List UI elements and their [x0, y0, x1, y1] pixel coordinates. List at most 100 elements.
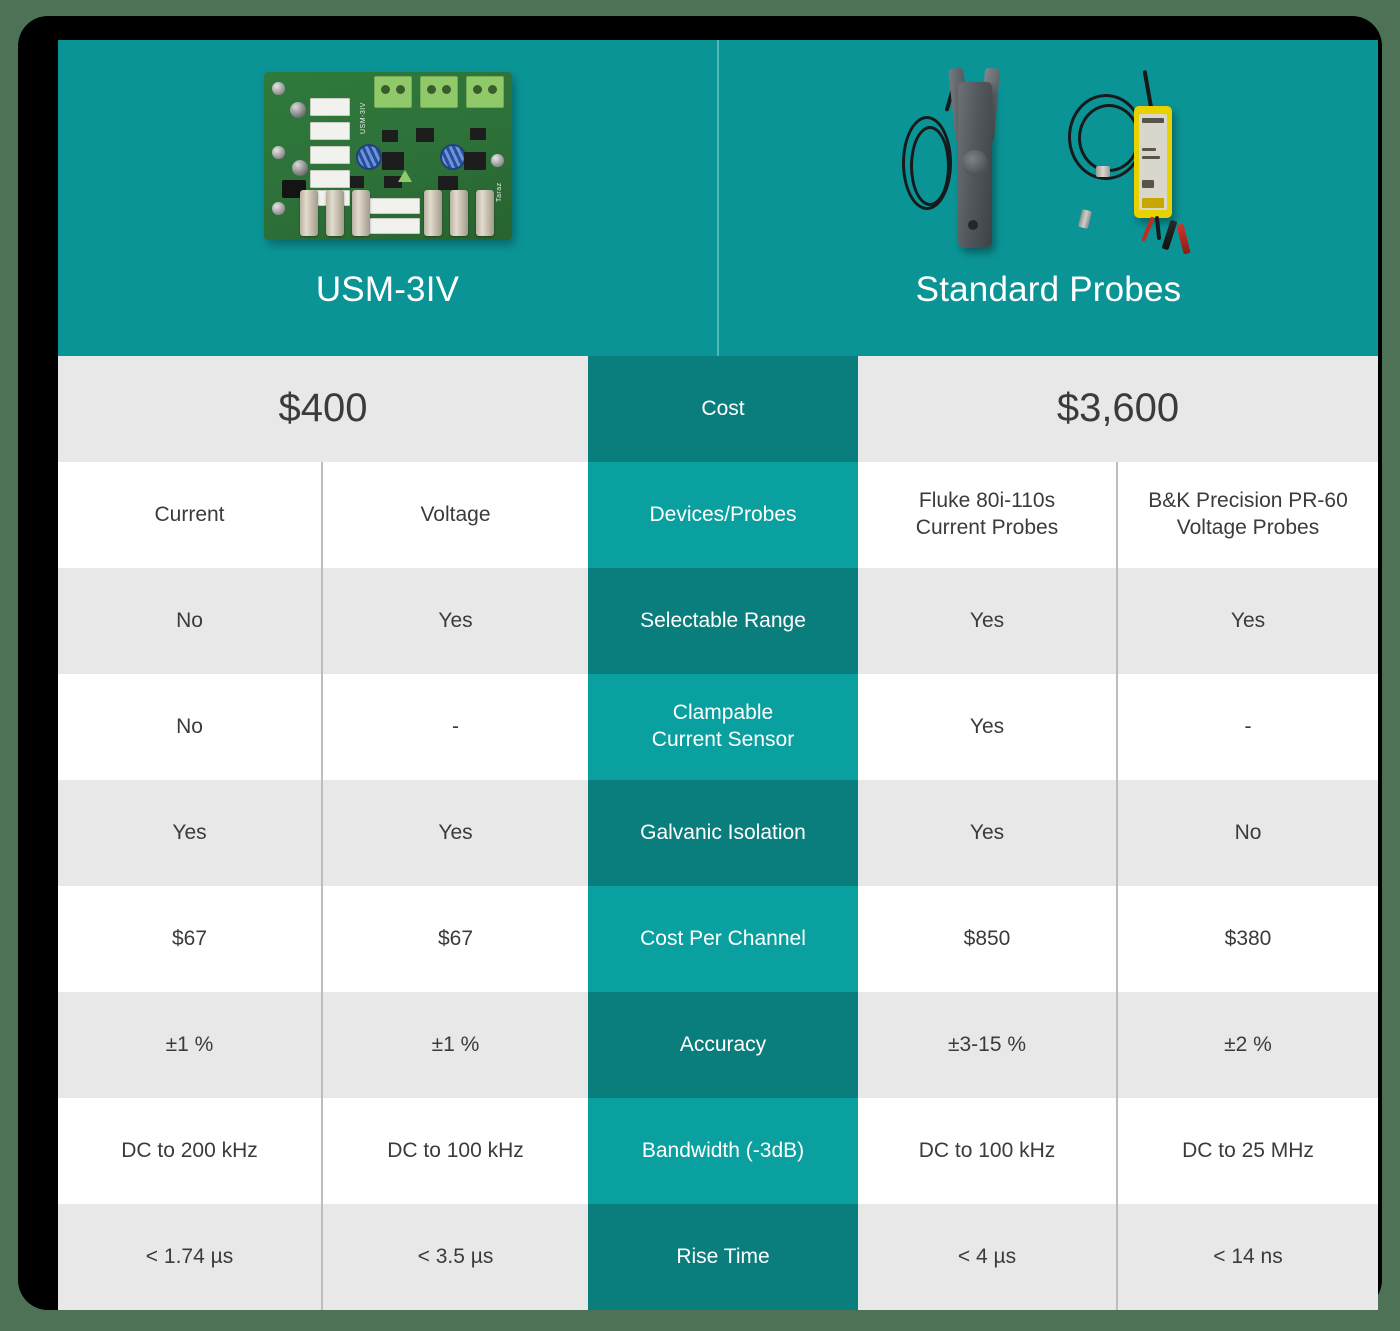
cell-value: $67: [171, 926, 208, 950]
cell-probes-current-rise-time: < 4 µs: [858, 1204, 1118, 1310]
cell-probes-voltage-rise-time: < 14 ns: [1118, 1204, 1378, 1310]
cell-value: No: [176, 608, 203, 632]
cell-value: No: [1234, 820, 1262, 844]
differential-voltage-probe-icon: [1060, 60, 1214, 255]
cell-value: Current: [154, 502, 225, 526]
card-frame: USM-3IV Taraz USM-3IV Standard Probes $4…: [18, 16, 1382, 1310]
row-label-text: Galvanic Isolation: [640, 820, 806, 844]
table-row: $400 Cost $3,600: [58, 356, 1378, 462]
cell-usm3iv-current-cost-per-channel: $67: [58, 886, 323, 992]
row-label-selectable-range: Selectable Range: [588, 568, 858, 674]
cell-probes-cost: $3,600: [858, 356, 1378, 462]
cell-probes-current-cost-per-channel: $850: [858, 886, 1118, 992]
cell-value: $380: [1224, 926, 1272, 950]
cell-usm3iv-voltage-rise-time: < 3.5 µs: [323, 1204, 588, 1310]
cell-value: ±1 %: [165, 1032, 214, 1056]
cell-usm3iv-current-bandwidth-3db: DC to 200 kHz: [58, 1098, 323, 1204]
cell-probes-voltage-galvanic-isolation: No: [1118, 780, 1378, 886]
circuit-board-photo: USM-3IV Taraz: [58, 40, 717, 272]
cell-value: DC to 200 kHz: [121, 1138, 258, 1162]
cell-value: $3,600: [1056, 386, 1180, 431]
row-label-galvanic-isolation: Galvanic Isolation: [588, 780, 858, 886]
cell-value: B&K Precision PR-60 Voltage Probes: [1148, 489, 1348, 539]
table-row: Current Voltage Devices/Probes Fluke 80i-11…: [58, 462, 1378, 568]
cell-value: Yes: [969, 820, 1005, 844]
cell-value: $400: [278, 386, 368, 431]
cell-usm3iv-voltage-galvanic-isolation: Yes: [323, 780, 588, 886]
cell-value: DC to 25 MHz: [1182, 1138, 1314, 1162]
cell-probes-current-bandwidth-3db: DC to 100 kHz: [858, 1098, 1118, 1204]
cell-usm3iv-voltage-cost-per-channel: $67: [323, 886, 588, 992]
cell-usm3iv-current-selectable-range: No: [58, 568, 323, 674]
comparison-table: $400 Cost $3,600 Current Voltage Devices/Prob…: [58, 356, 1378, 1310]
table-row: No - Clampable Current Sensor Yes -: [58, 674, 1378, 780]
probes-photo: [719, 40, 1378, 272]
table-row: DC to 200 kHz DC to 100 kHz Bandwidth (-3d…: [58, 1098, 1378, 1204]
cell-value: Yes: [1230, 608, 1266, 632]
cell-value: DC to 100 kHz: [918, 1138, 1056, 1162]
table-row: $67 $67 Cost Per Channel $850 $380: [58, 886, 1378, 992]
table-row: < 1.74 µs < 3.5 µs Rise Time < 4 µs < 14 ns: [58, 1204, 1378, 1310]
cell-usm3iv-voltage-selectable-range: Yes: [323, 568, 588, 674]
cell-value: ±2 %: [1224, 1032, 1272, 1056]
cell-probes-voltage-selectable-range: Yes: [1118, 568, 1378, 674]
cell-probes-current-selectable-range: Yes: [858, 568, 1118, 674]
cell-usm3iv-current-devices-probes: Current: [58, 462, 323, 568]
row-label-text: Bandwidth (-3dB): [641, 1138, 805, 1162]
row-label-clampable-current-sensor: Clampable Current Sensor: [588, 674, 858, 780]
comparison-header: USM-3IV Taraz USM-3IV Standard Probes: [58, 40, 1378, 356]
row-label-text: Accuracy: [679, 1032, 767, 1056]
cell-probes-voltage-bandwidth-3db: DC to 25 MHz: [1118, 1098, 1378, 1204]
row-label-text: Cost: [701, 396, 745, 420]
header-title-standard-probes: Standard Probes: [915, 270, 1182, 309]
cell-value: Yes: [172, 820, 207, 844]
row-label-cost: Cost: [588, 356, 858, 462]
table-row: No Yes Selectable Range Yes Yes: [58, 568, 1378, 674]
cell-value: ±1 %: [431, 1032, 480, 1056]
comparison-card: USM-3IV Taraz USM-3IV Standard Probes $4…: [58, 40, 1378, 1310]
cell-usm3iv-current-accuracy: ±1 %: [58, 992, 323, 1098]
cell-value: Yes: [969, 714, 1005, 738]
cell-value: < 14 ns: [1213, 1244, 1283, 1268]
cell-value: Yes: [438, 820, 473, 844]
cell-usm3iv-voltage-devices-probes: Voltage: [323, 462, 588, 568]
cell-probes-voltage-accuracy: ±2 %: [1118, 992, 1378, 1098]
cell-value: Yes: [438, 608, 473, 632]
row-label-text: Devices/Probes: [649, 502, 797, 526]
header-column-usm3iv: USM-3IV Taraz USM-3IV: [58, 40, 717, 356]
cell-probes-voltage-cost-per-channel: $380: [1118, 886, 1378, 992]
cell-probes-current-galvanic-isolation: Yes: [858, 780, 1118, 886]
cell-value: Yes: [969, 608, 1005, 632]
header-column-standard-probes: Standard Probes: [717, 40, 1378, 356]
cell-value: < 3.5 µs: [417, 1244, 494, 1268]
cell-value: $850: [963, 926, 1011, 950]
row-label-accuracy: Accuracy: [588, 992, 858, 1098]
cell-value: -: [452, 714, 459, 738]
cell-value: Fluke 80i-110s Current Probes: [915, 489, 1059, 539]
cell-probes-voltage-devices-probes: B&K Precision PR-60 Voltage Probes: [1118, 462, 1378, 568]
cell-value: Voltage: [420, 502, 491, 526]
row-label-text: Cost Per Channel: [640, 926, 806, 950]
row-label-rise-time: Rise Time: [588, 1204, 858, 1310]
clamp-current-probe-icon: [900, 64, 1040, 254]
row-label-devices-probes: Devices/Probes: [588, 462, 858, 568]
cell-usm3iv-voltage-accuracy: ±1 %: [323, 992, 588, 1098]
table-row: ±1 % ±1 % Accuracy ±3-15 % ±2 %: [58, 992, 1378, 1098]
cell-probes-current-devices-probes: Fluke 80i-110s Current Probes: [858, 462, 1118, 568]
cell-probes-current-accuracy: ±3-15 %: [858, 992, 1118, 1098]
probes-illustration: [884, 58, 1214, 255]
cell-value: < 4 µs: [957, 1244, 1017, 1268]
row-label-text: Rise Time: [676, 1244, 770, 1268]
cell-probes-current-clampable-current-sensor: Yes: [858, 674, 1118, 780]
cell-usm3iv-current-rise-time: < 1.74 µs: [58, 1204, 323, 1310]
cell-usm3iv-voltage-bandwidth-3db: DC to 100 kHz: [323, 1098, 588, 1204]
cell-probes-voltage-clampable-current-sensor: -: [1118, 674, 1378, 780]
cell-usm3iv-cost: $400: [58, 356, 588, 462]
cell-usm3iv-current-clampable-current-sensor: No: [58, 674, 323, 780]
cell-value: -: [1244, 714, 1252, 738]
cell-value: $67: [437, 926, 474, 950]
row-label-bandwidth-3db: Bandwidth (-3dB): [588, 1098, 858, 1204]
cell-usm3iv-voltage-clampable-current-sensor: -: [323, 674, 588, 780]
cell-value: DC to 100 kHz: [387, 1138, 524, 1162]
pcb-illustration: USM-3IV Taraz: [263, 72, 512, 240]
